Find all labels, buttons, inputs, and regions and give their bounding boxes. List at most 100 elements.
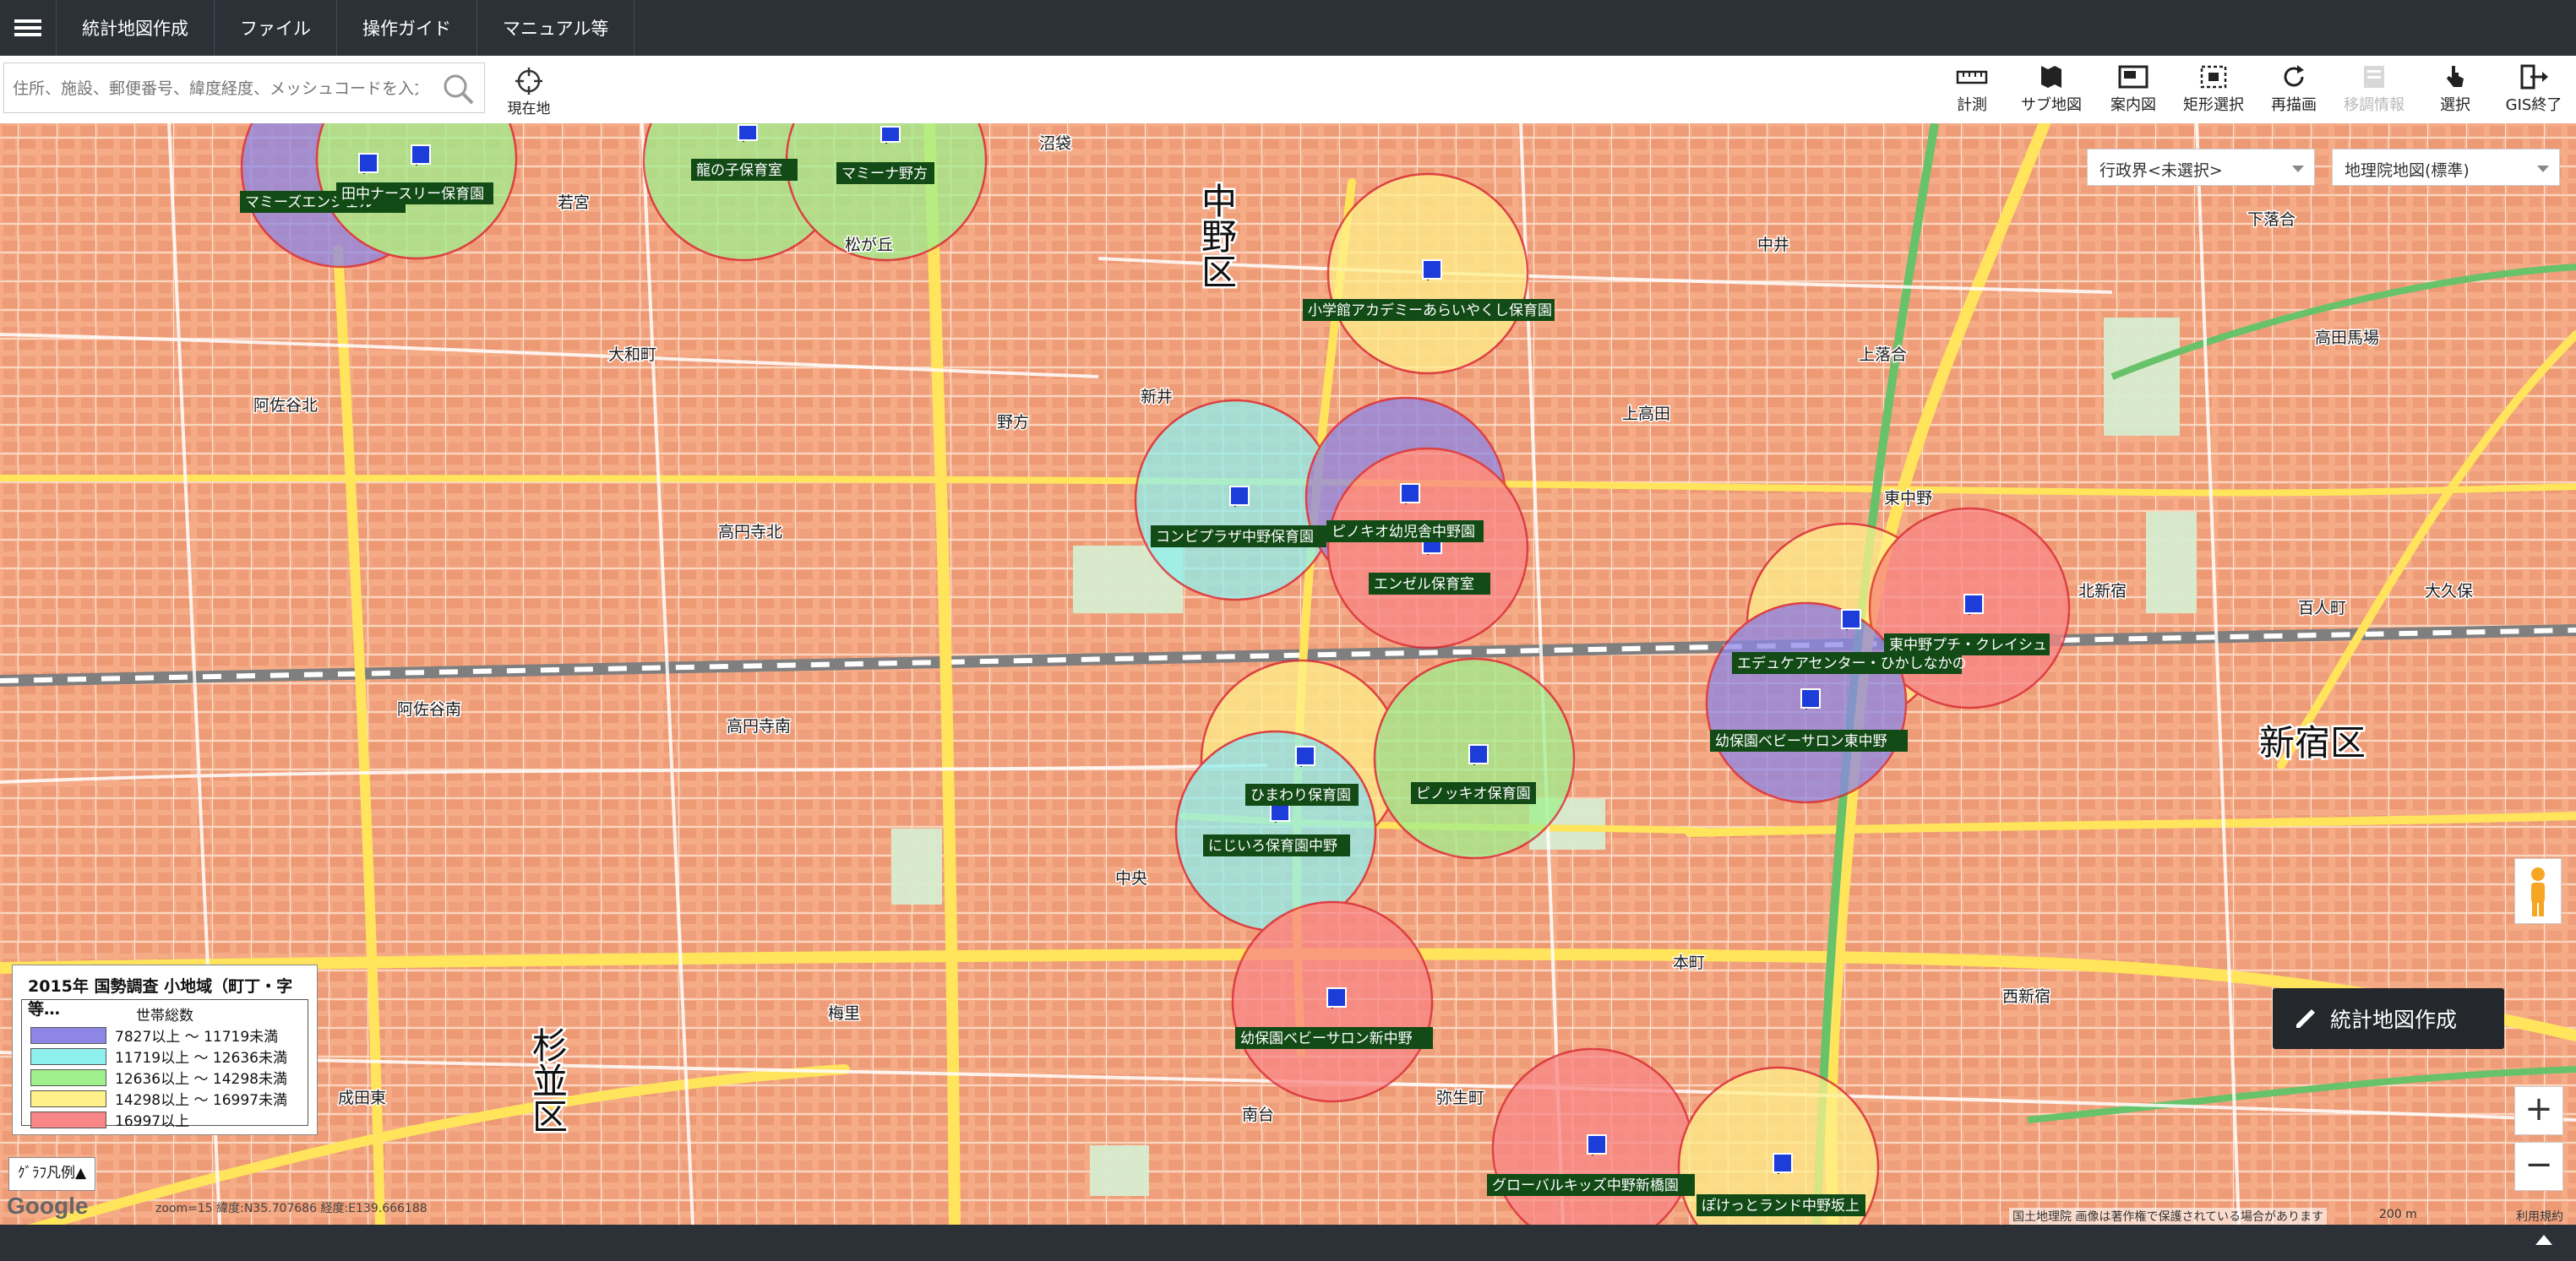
tool-gis-exit[interactable]: GIS終了 [2499,63,2568,115]
basemap-select[interactable]: 地理院地図(標準) [2332,149,2560,186]
legend-body: 世帯総数 7827以上 ～ 11719未満 11719以上 ～ 12636未満 … [21,999,308,1130]
facility-pin[interactable] [1326,987,1347,1008]
place-label: 本町 [1673,954,1705,972]
tool-submap[interactable]: サブ地図 [2016,63,2087,115]
pointer-icon [2447,66,2464,87]
legend-label: 11719以上 ～ 12636未満 [115,1050,287,1067]
place-label: 百人町 [2298,599,2346,617]
place-label: 梅里 [828,1004,860,1023]
place-label: 若宮 [558,193,590,212]
place-label: 沼袋 [1039,134,1071,153]
boundary-select-value: 行政界<未選択> [2099,161,2223,180]
legend-row: 11719以上 ～ 12636未満 [22,1046,308,1067]
coordinate-readout: zoom=15 緯度:N35.707686 経度:E139.666188 [155,1202,428,1215]
facility-label: コンビプラザ中野保育園 [1156,529,1314,546]
place-label: 阿佐谷北 [253,396,318,415]
zoom-in-button[interactable]: + [2514,1086,2563,1135]
create-stat-map-button[interactable]: 統計地図作成 [2273,988,2504,1049]
place-label: 高田馬場 [2315,329,2379,347]
tool-inset-map[interactable]: 案内図 [2104,63,2163,115]
legend-row: 14298以上 ～ 16997未満 [22,1088,308,1109]
buffer-circle [1174,730,1377,932]
place-label: 上落合 [1859,345,1907,364]
exit-icon [2520,64,2548,90]
facility-pin[interactable] [1800,688,1821,709]
place-label: 中井 [1757,236,1789,254]
facility-label: 東中野プチ・クレイシュ [1889,637,2047,654]
facility-pin[interactable] [1963,594,1984,615]
place-label: 大和町 [608,345,656,364]
facility-label: 幼保園ベビーサロン新中野 [1240,1030,1413,1047]
graph-legend-toggle[interactable]: ｸﾞﾗﾌ凡例▲ [8,1157,96,1191]
zoom-out-button[interactable]: − [2514,1142,2563,1191]
facility-pin[interactable] [1468,744,1489,765]
map-svg: マミーズエンジェル 田中ナースリー保育園 龍の子保育室 マミーナ野方 小学館アカ… [0,123,2576,1225]
legend-swatch [30,1111,106,1128]
terms-link[interactable]: 利用規約 [2516,1208,2563,1225]
info-icon [2364,66,2384,88]
facility-pin[interactable] [880,126,901,144]
facility-pin[interactable] [1773,1153,1793,1174]
toolbar: 現在地 計測 サブ地図 案内図 矩形選択 再描画 移調情報 選択 GIS終了 [0,56,2576,124]
locate-button[interactable]: 現在地 [504,66,554,117]
tool-label: 計測 [1957,96,1987,114]
facility-pin[interactable] [411,144,431,166]
place-label: 新井 [1141,388,1173,406]
place-label: 下落合 [2247,210,2296,229]
facility-pin[interactable] [1841,609,1861,630]
place-label: 南台 [1242,1106,1274,1124]
hamburger-menu-icon[interactable] [0,0,57,56]
tool-redraw[interactable]: 再描画 [2266,63,2322,115]
facility-pin[interactable] [1422,259,1442,280]
facility-label: にじいろ保育園中野 [1208,838,1337,855]
facility-pin[interactable] [1400,483,1420,504]
facility-pin[interactable] [358,153,379,174]
search-box [3,63,485,113]
legend-swatch [30,1026,106,1044]
tool-label: 案内図 [2110,96,2156,114]
place-label: 野方 [997,413,1029,432]
inset-map-icon [2118,65,2148,89]
map-legend: 2015年 国勢調査 小地域（町丁・字等… 世帯総数 7827以上 ～ 1171… [12,965,318,1135]
place-label: 弥生町 [1436,1089,1484,1107]
facility-pin[interactable] [1295,746,1315,767]
tool-label: 再描画 [2271,96,2317,114]
search-input[interactable] [11,72,420,106]
tool-info[interactable]: 移調情報 [2339,63,2410,115]
facility-pin[interactable] [738,124,758,142]
tool-label: GIS終了 [2505,96,2562,114]
legend-row: 12636以上 ～ 14298未満 [22,1067,308,1088]
menu-file[interactable]: ファイル [215,0,337,56]
legend-swatch [30,1047,106,1065]
rectangle-select-icon [2200,65,2227,89]
legend-label: 7827以上 ～ 11719未満 [115,1029,279,1046]
boundary-select[interactable]: 行政界<未選択> [2087,149,2315,186]
tool-label: 矩形選択 [2183,96,2244,114]
tool-rect-select[interactable]: 矩形選択 [2178,63,2249,115]
facility-pin[interactable] [1229,486,1250,507]
facility-label: 田中ナースリー保育園 [341,186,484,203]
facility-pin[interactable] [1587,1134,1607,1155]
facility-label: マミーナ野方 [841,166,928,182]
menu-manuals[interactable]: マニュアル等 [477,0,635,56]
menu-stat-map[interactable]: 統計地図作成 [57,0,215,56]
expand-up-icon[interactable] [2535,1235,2552,1245]
legend-label: 14298以上 ～ 16997未満 [115,1092,287,1109]
menu-bar: 統計地図作成 ファイル 操作ガイド マニュアル等 [0,0,2576,56]
ruler-icon [1956,70,1988,84]
legend-row: 16997以上 [22,1109,308,1130]
street-view-pegman-icon[interactable] [2514,858,2562,924]
tool-select[interactable]: 選択 [2430,63,2481,115]
menu-guide[interactable]: 操作ガイド [337,0,477,56]
search-icon[interactable] [440,72,476,106]
place-label: 東中野 [1884,489,1932,508]
place-label: 上高田 [1622,405,1670,423]
place-label: 大久保 [2425,582,2473,601]
chevron-down-icon [2292,166,2304,172]
place-label: 中央 [1115,869,1147,888]
facility-label: エデュケアセンター・ひかしなかの [1737,655,1967,672]
status-bar [0,1225,2576,1261]
tool-measure[interactable]: 計測 [1948,63,1996,115]
map-canvas[interactable]: マミーズエンジェル 田中ナースリー保育園 龍の子保育室 マミーナ野方 小学館アカ… [0,123,2576,1225]
place-label: 松が丘 [845,236,893,254]
